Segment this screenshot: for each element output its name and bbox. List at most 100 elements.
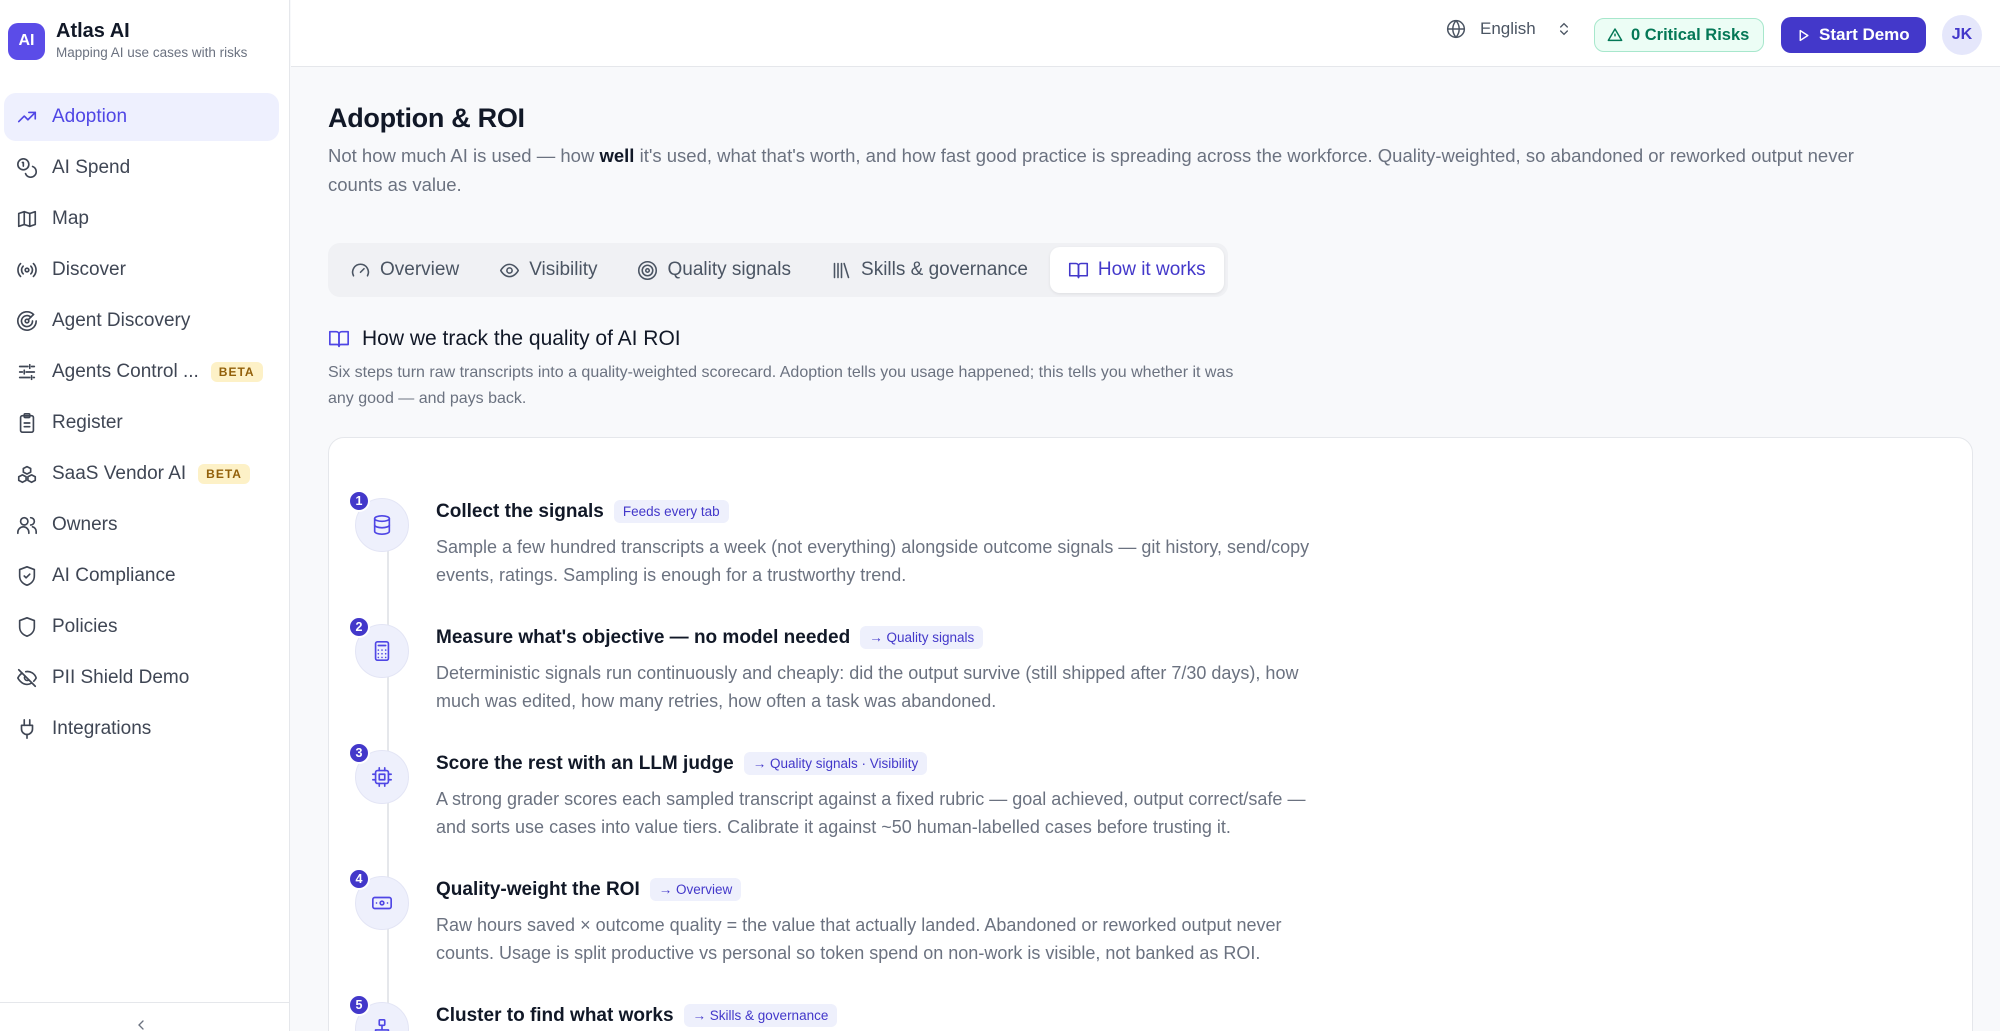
tab-label: Overview bbox=[380, 259, 460, 280]
sidebar-item-agents-control[interactable]: Agents Control ... BETA bbox=[4, 348, 279, 396]
beta-badge: BETA bbox=[210, 362, 263, 382]
sidebar-item-policies[interactable]: Policies bbox=[4, 603, 279, 651]
step-tag-link[interactable]: → Quality signals bbox=[860, 626, 984, 649]
sidebar-item-owners[interactable]: Owners bbox=[4, 501, 279, 549]
collapse-sidebar-icon[interactable] bbox=[133, 1017, 149, 1031]
tab-visibility[interactable]: Visibility bbox=[481, 247, 615, 293]
sidebar-item-agent-discovery[interactable]: Agent Discovery bbox=[4, 297, 279, 345]
step-title: Cluster to find what works bbox=[436, 1004, 674, 1026]
calculator-icon bbox=[374, 641, 390, 661]
boxes-icon bbox=[17, 465, 37, 484]
brand-title: Atlas AI bbox=[56, 20, 130, 42]
step-tag-link[interactable]: → Skills & governance bbox=[683, 1004, 838, 1027]
sidebar-item-register[interactable]: Register bbox=[4, 399, 279, 447]
play-icon bbox=[1799, 29, 1809, 41]
sidebar-item-label: Policies bbox=[52, 616, 118, 637]
step-tag-link[interactable]: Feeds every tab bbox=[613, 500, 729, 523]
chevrons-up-down-icon bbox=[1559, 22, 1568, 36]
step-number: 5 bbox=[348, 994, 370, 1016]
step-description: A strong grader scores each sampled tran… bbox=[436, 789, 1306, 837]
banknote-icon bbox=[372, 896, 392, 910]
tab-quality-signals[interactable]: Quality signals bbox=[619, 247, 809, 293]
brand-logo: AI bbox=[8, 22, 45, 60]
sidebar-item-saas-vendor-ai[interactable]: SaaS Vendor AI BETA bbox=[4, 450, 279, 498]
sidebar-item-label: Owners bbox=[52, 514, 118, 535]
step-tag-link[interactable]: → Overview bbox=[649, 878, 742, 901]
sidebar-footer bbox=[0, 1002, 290, 1031]
map-icon bbox=[17, 210, 37, 228]
step-title: Measure what's objective — no model need… bbox=[436, 626, 851, 648]
page-description-start: Not how much AI is used — how bbox=[328, 145, 600, 166]
beta-badge: BETA bbox=[198, 464, 250, 484]
sidebar-item-map[interactable]: Map bbox=[4, 195, 279, 243]
sidebar-item-discover[interactable]: Discover bbox=[4, 246, 279, 294]
sidebar-item-adoption[interactable]: Adoption bbox=[4, 93, 279, 141]
step-number: 2 bbox=[348, 616, 370, 638]
cpu-icon bbox=[372, 767, 392, 787]
book-open-icon bbox=[1068, 262, 1088, 278]
gauge-icon bbox=[351, 262, 370, 277]
sliders-icon bbox=[18, 363, 36, 381]
page-description-emphasis: well bbox=[599, 145, 635, 166]
critical-risks-badge[interactable]: 0 Critical Risks bbox=[1594, 18, 1765, 52]
users-icon bbox=[17, 516, 37, 535]
start-demo-label: Start Demo bbox=[1819, 25, 1910, 44]
brand-subtitle: Mapping AI use cases with risks bbox=[56, 45, 248, 60]
start-demo-button[interactable]: Start Demo bbox=[1781, 17, 1926, 53]
user-avatar[interactable]: JK bbox=[1942, 15, 1982, 55]
sidebar-item-label: Map bbox=[52, 208, 89, 229]
step-tag-link[interactable]: → Quality signals · Visibility bbox=[743, 752, 928, 775]
tab-how-it-works[interactable]: How it works bbox=[1049, 247, 1224, 293]
sidebar-item-ai-spend[interactable]: AI Spend bbox=[4, 144, 279, 192]
sidebar-item-label: AI Spend bbox=[52, 157, 131, 178]
clipboard-icon bbox=[19, 413, 35, 433]
alert-triangle-icon bbox=[1607, 28, 1623, 42]
sidebar-item-label: SaaS Vendor AI bbox=[52, 463, 187, 484]
sidebar-item-label: Adoption bbox=[52, 106, 128, 127]
section-header: How we track the quality of AI ROI bbox=[328, 327, 681, 351]
tab-bar: Overview Visibility Quality signals Skills … bbox=[328, 243, 1228, 297]
globe-icon bbox=[1446, 19, 1466, 39]
coins-icon bbox=[17, 158, 37, 178]
critical-risks-label: 0 Critical Risks bbox=[1631, 25, 1750, 44]
sidebar-item-label: PII Shield Demo bbox=[52, 667, 190, 688]
tab-label: How it works bbox=[1097, 259, 1206, 280]
sidebar-item-label: Agent Discovery bbox=[52, 310, 191, 331]
step-description: Deterministic signals run continuously a… bbox=[436, 663, 1299, 711]
sidebar-item-ai-compliance[interactable]: AI Compliance bbox=[4, 552, 279, 600]
tab-label: Quality signals bbox=[667, 259, 792, 280]
sidebar-item-label: Discover bbox=[52, 259, 126, 280]
language-label: English bbox=[1480, 19, 1536, 38]
sidebar-nav: Adoption AI Spend Map Discover Agent Discove… bbox=[0, 93, 290, 756]
tab-label: Skills & governance bbox=[861, 259, 1028, 280]
target-icon bbox=[638, 260, 658, 280]
tab-skills-governance[interactable]: Skills & governance bbox=[813, 247, 1046, 293]
tab-overview[interactable]: Overview bbox=[332, 247, 477, 293]
sidebar-item-integrations[interactable]: Integrations bbox=[4, 705, 279, 753]
step-title: Collect the signals bbox=[436, 500, 604, 522]
step-description: Sample a few hundred transcripts a week … bbox=[436, 537, 1310, 585]
page-description: Not how much AI is used — how well it's … bbox=[328, 141, 1908, 199]
step-number: 1 bbox=[348, 490, 370, 512]
sidebar-item-label: Register bbox=[52, 412, 123, 433]
trending-up-icon bbox=[17, 111, 37, 123]
sidebar-item-label: Agents Control ... bbox=[52, 361, 199, 382]
sidebar-item-label: AI Compliance bbox=[52, 565, 176, 586]
step-title: Score the rest with an LLM judge bbox=[436, 752, 734, 774]
sidebar-item-label: Integrations bbox=[52, 718, 152, 739]
database-icon bbox=[373, 515, 391, 535]
step-description: Raw hours saved × outcome quality = the … bbox=[436, 915, 1282, 963]
language-select[interactable]: English bbox=[1446, 19, 1572, 39]
sidebar: AI Atlas AI Mapping AI use cases with ri… bbox=[0, 0, 290, 1031]
sidebar-item-pii-shield-demo[interactable]: PII Shield Demo bbox=[4, 654, 279, 702]
plug-icon bbox=[20, 719, 34, 739]
book-open-icon bbox=[329, 330, 349, 348]
section-description: Six steps turn raw transcripts into a qu… bbox=[328, 364, 1234, 407]
library-icon bbox=[833, 262, 850, 278]
brand[interactable]: AI Atlas AI Mapping AI use cases with ri… bbox=[8, 20, 247, 62]
step-title: Quality-weight the ROI bbox=[436, 878, 640, 900]
network-icon bbox=[374, 1019, 390, 1031]
tab-label: Visibility bbox=[529, 259, 598, 280]
eye-off-icon bbox=[17, 668, 37, 688]
eye-icon bbox=[500, 263, 520, 277]
